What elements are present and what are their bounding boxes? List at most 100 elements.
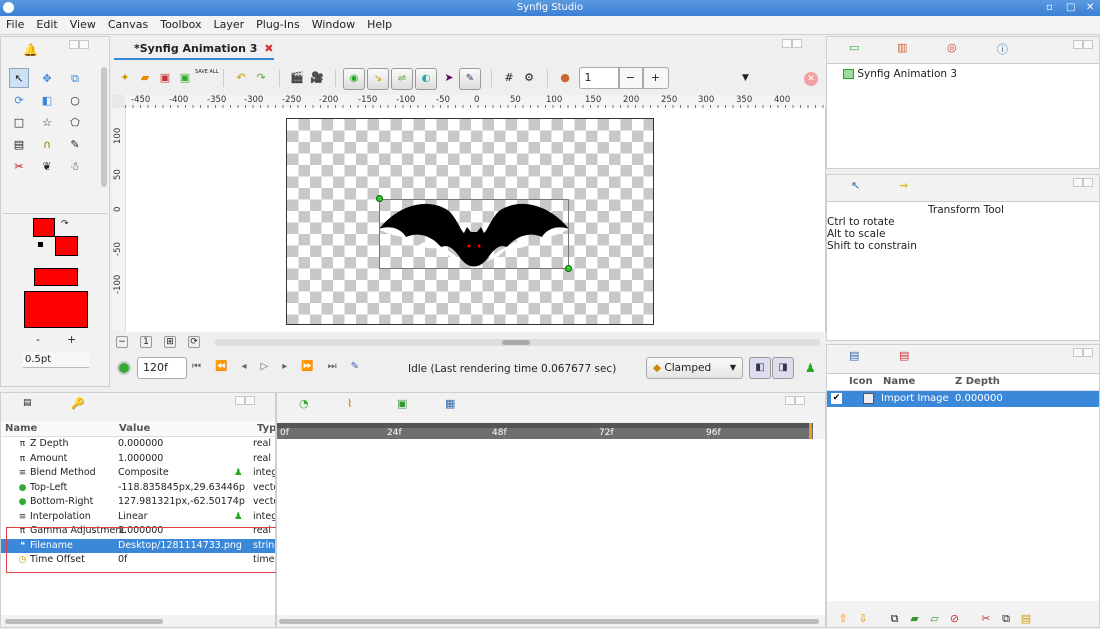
polygon-tool-icon[interactable]: ⬠: [65, 113, 85, 133]
param-value[interactable]: 127.981321px,-62.50174p: [118, 495, 245, 510]
cutout-tool-icon[interactable]: ✂: [9, 157, 29, 177]
close-tab-icon[interactable]: ✖: [264, 42, 273, 55]
menu-canvas[interactable]: Canvas: [102, 16, 154, 33]
minimize-icon[interactable]: ▫: [1046, 0, 1053, 16]
spline-tool-icon[interactable]: ∩: [37, 135, 57, 155]
param-row[interactable]: π Gamma Adjustment 1.000000 real: [1, 524, 275, 539]
panel-grip[interactable]: [235, 395, 257, 415]
show-bones-icon[interactable]: ✎: [459, 68, 481, 90]
circle-tool-icon[interactable]: ○: [65, 91, 85, 111]
width-increase-button[interactable]: +: [67, 333, 76, 346]
zoom-increase-button[interactable]: +: [642, 67, 669, 89]
timetrack-content[interactable]: [277, 439, 825, 615]
show-radius-icon[interactable]: ◐: [415, 68, 437, 90]
column-header-value[interactable]: Value: [119, 423, 150, 434]
curves-tab-icon[interactable]: ⌇: [347, 397, 352, 410]
seek-begin-icon[interactable]: ⏮: [192, 361, 215, 372]
param-value[interactable]: 0f: [118, 553, 127, 568]
next-keyframe-icon[interactable]: ⏩: [301, 361, 327, 372]
copy-icon[interactable]: ⧉: [996, 609, 1016, 629]
column-header-type[interactable]: Typ: [257, 423, 275, 434]
save-file-icon[interactable]: ▣: [155, 68, 175, 88]
current-frame-field[interactable]: 120f: [137, 357, 187, 379]
maximize-icon[interactable]: □: [1066, 0, 1075, 16]
zoom-out-icon[interactable]: −: [116, 336, 128, 348]
panel-grip[interactable]: [785, 395, 807, 415]
param-row[interactable]: ● Bottom-Right 127.981321px,-62.50174p vect…: [1, 495, 275, 510]
sets-tab-icon[interactable]: ▤: [899, 349, 909, 362]
width-field[interactable]: 0.5pt: [23, 351, 89, 368]
rotate-tool-icon[interactable]: ⟳: [9, 91, 29, 111]
library-tab-icon[interactable]: ▥: [897, 41, 907, 54]
new-file-icon[interactable]: ✦: [115, 68, 135, 88]
param-value[interactable]: 1.000000: [118, 524, 163, 539]
duplicate-layer-icon[interactable]: ⧉: [885, 609, 905, 629]
toolbar-overflow-icon[interactable]: ▼: [742, 73, 749, 83]
param-row[interactable]: ≡Interpolation Linear intege ♟: [1, 510, 275, 525]
grid-icon[interactable]: #: [499, 68, 519, 88]
lower-layer-icon[interactable]: ⇩: [853, 609, 873, 629]
scroll-thumb[interactable]: [502, 340, 530, 345]
navigator-tab-icon[interactable]: ◎: [947, 41, 957, 54]
close-icon[interactable]: ✕: [1086, 0, 1094, 16]
zoom-decrease-button[interactable]: −: [618, 67, 643, 89]
panel-grip[interactable]: [782, 38, 804, 58]
column-header-name[interactable]: Name: [883, 376, 915, 387]
fill-color-swatch[interactable]: [55, 236, 78, 256]
param-value[interactable]: Desktop/1281114733.png: [118, 539, 242, 554]
keyframe-lock-past-icon[interactable]: ◧: [749, 357, 771, 379]
canvas-tab[interactable]: *Synfig Animation 3 ✖: [114, 38, 274, 60]
toolbox-scrollbar[interactable]: [101, 67, 107, 187]
smooth-move-tool-icon[interactable]: ✥: [37, 69, 57, 89]
sound-tab-icon[interactable]: ▦: [445, 397, 455, 410]
menu-view[interactable]: View: [64, 16, 102, 33]
rectangle-tool-icon[interactable]: □: [9, 113, 29, 133]
render-icon[interactable]: 🎬: [287, 68, 307, 88]
params-scrollbar[interactable]: [5, 619, 163, 624]
param-value[interactable]: Linear: [118, 510, 148, 525]
top-left-handle[interactable]: [376, 195, 383, 202]
transform-tool-icon[interactable]: ↖: [9, 68, 29, 88]
keyframes-tab-icon[interactable]: ▣: [397, 397, 407, 410]
delete-layer-icon[interactable]: ⊘: [945, 609, 965, 629]
prev-keyframe-icon[interactable]: ⏪: [215, 361, 241, 372]
work-area[interactable]: [125, 108, 825, 332]
show-width-icon[interactable]: ➤: [439, 68, 459, 88]
animation-mode-toggle-icon[interactable]: ♟: [805, 361, 816, 375]
column-header-icon[interactable]: Icon: [849, 376, 873, 387]
star-tool-icon[interactable]: ☆: [37, 113, 57, 133]
animation-mode-icon[interactable]: [117, 361, 131, 375]
menu-help[interactable]: Help: [361, 16, 398, 33]
info-tab-icon[interactable]: ⓘ: [997, 41, 1008, 57]
snap-icon[interactable]: ⚙: [519, 68, 539, 88]
menu-plugins[interactable]: Plug-Ins: [250, 16, 306, 33]
preview-icon[interactable]: 🎥: [307, 68, 327, 88]
gradient-swatch[interactable]: [34, 268, 78, 286]
skeleton-tool-icon[interactable]: ☃: [65, 157, 85, 177]
panel-grip[interactable]: [1073, 177, 1095, 197]
save-all-button[interactable]: SAVE ALL: [195, 68, 219, 88]
canvas-tree-item[interactable]: Synfig Animation 3: [827, 64, 1099, 80]
column-header-name[interactable]: Name: [5, 423, 37, 434]
param-value[interactable]: -118.835845px,29.63446p: [118, 481, 245, 496]
feather-tool-icon[interactable]: ❦: [37, 157, 57, 177]
tool-options-tab-icon[interactable]: ↖: [851, 179, 860, 192]
scale-tool-icon[interactable]: ⧉: [65, 69, 85, 89]
param-row[interactable]: π Z Depth 0.000000 real: [1, 437, 275, 452]
ungroup-layer-icon[interactable]: ▱: [925, 609, 945, 629]
save-as-icon[interactable]: ▣: [175, 68, 195, 88]
param-row[interactable]: π Amount 1.000000 real: [1, 452, 275, 467]
timetrack-tab-icon[interactable]: ◔: [299, 397, 309, 410]
show-tangents-icon[interactable]: ⇌: [391, 68, 413, 90]
param-row[interactable]: ≡Blend Method Composite intege ♟: [1, 466, 275, 481]
menu-file[interactable]: File: [0, 16, 30, 33]
horizontal-scrollbar[interactable]: [215, 339, 820, 346]
group-layer-icon[interactable]: ▰: [905, 609, 925, 629]
redo-icon[interactable]: ↷: [251, 68, 271, 88]
layer-visibility-checkbox[interactable]: ✔: [831, 393, 842, 404]
canvas-frame[interactable]: [286, 118, 654, 325]
bound-icon[interactable]: ✎: [351, 361, 373, 372]
param-value[interactable]: Composite: [118, 466, 169, 481]
params-tab-icon[interactable]: ▤: [23, 398, 32, 408]
prev-frame-icon[interactable]: ◂: [241, 361, 260, 372]
